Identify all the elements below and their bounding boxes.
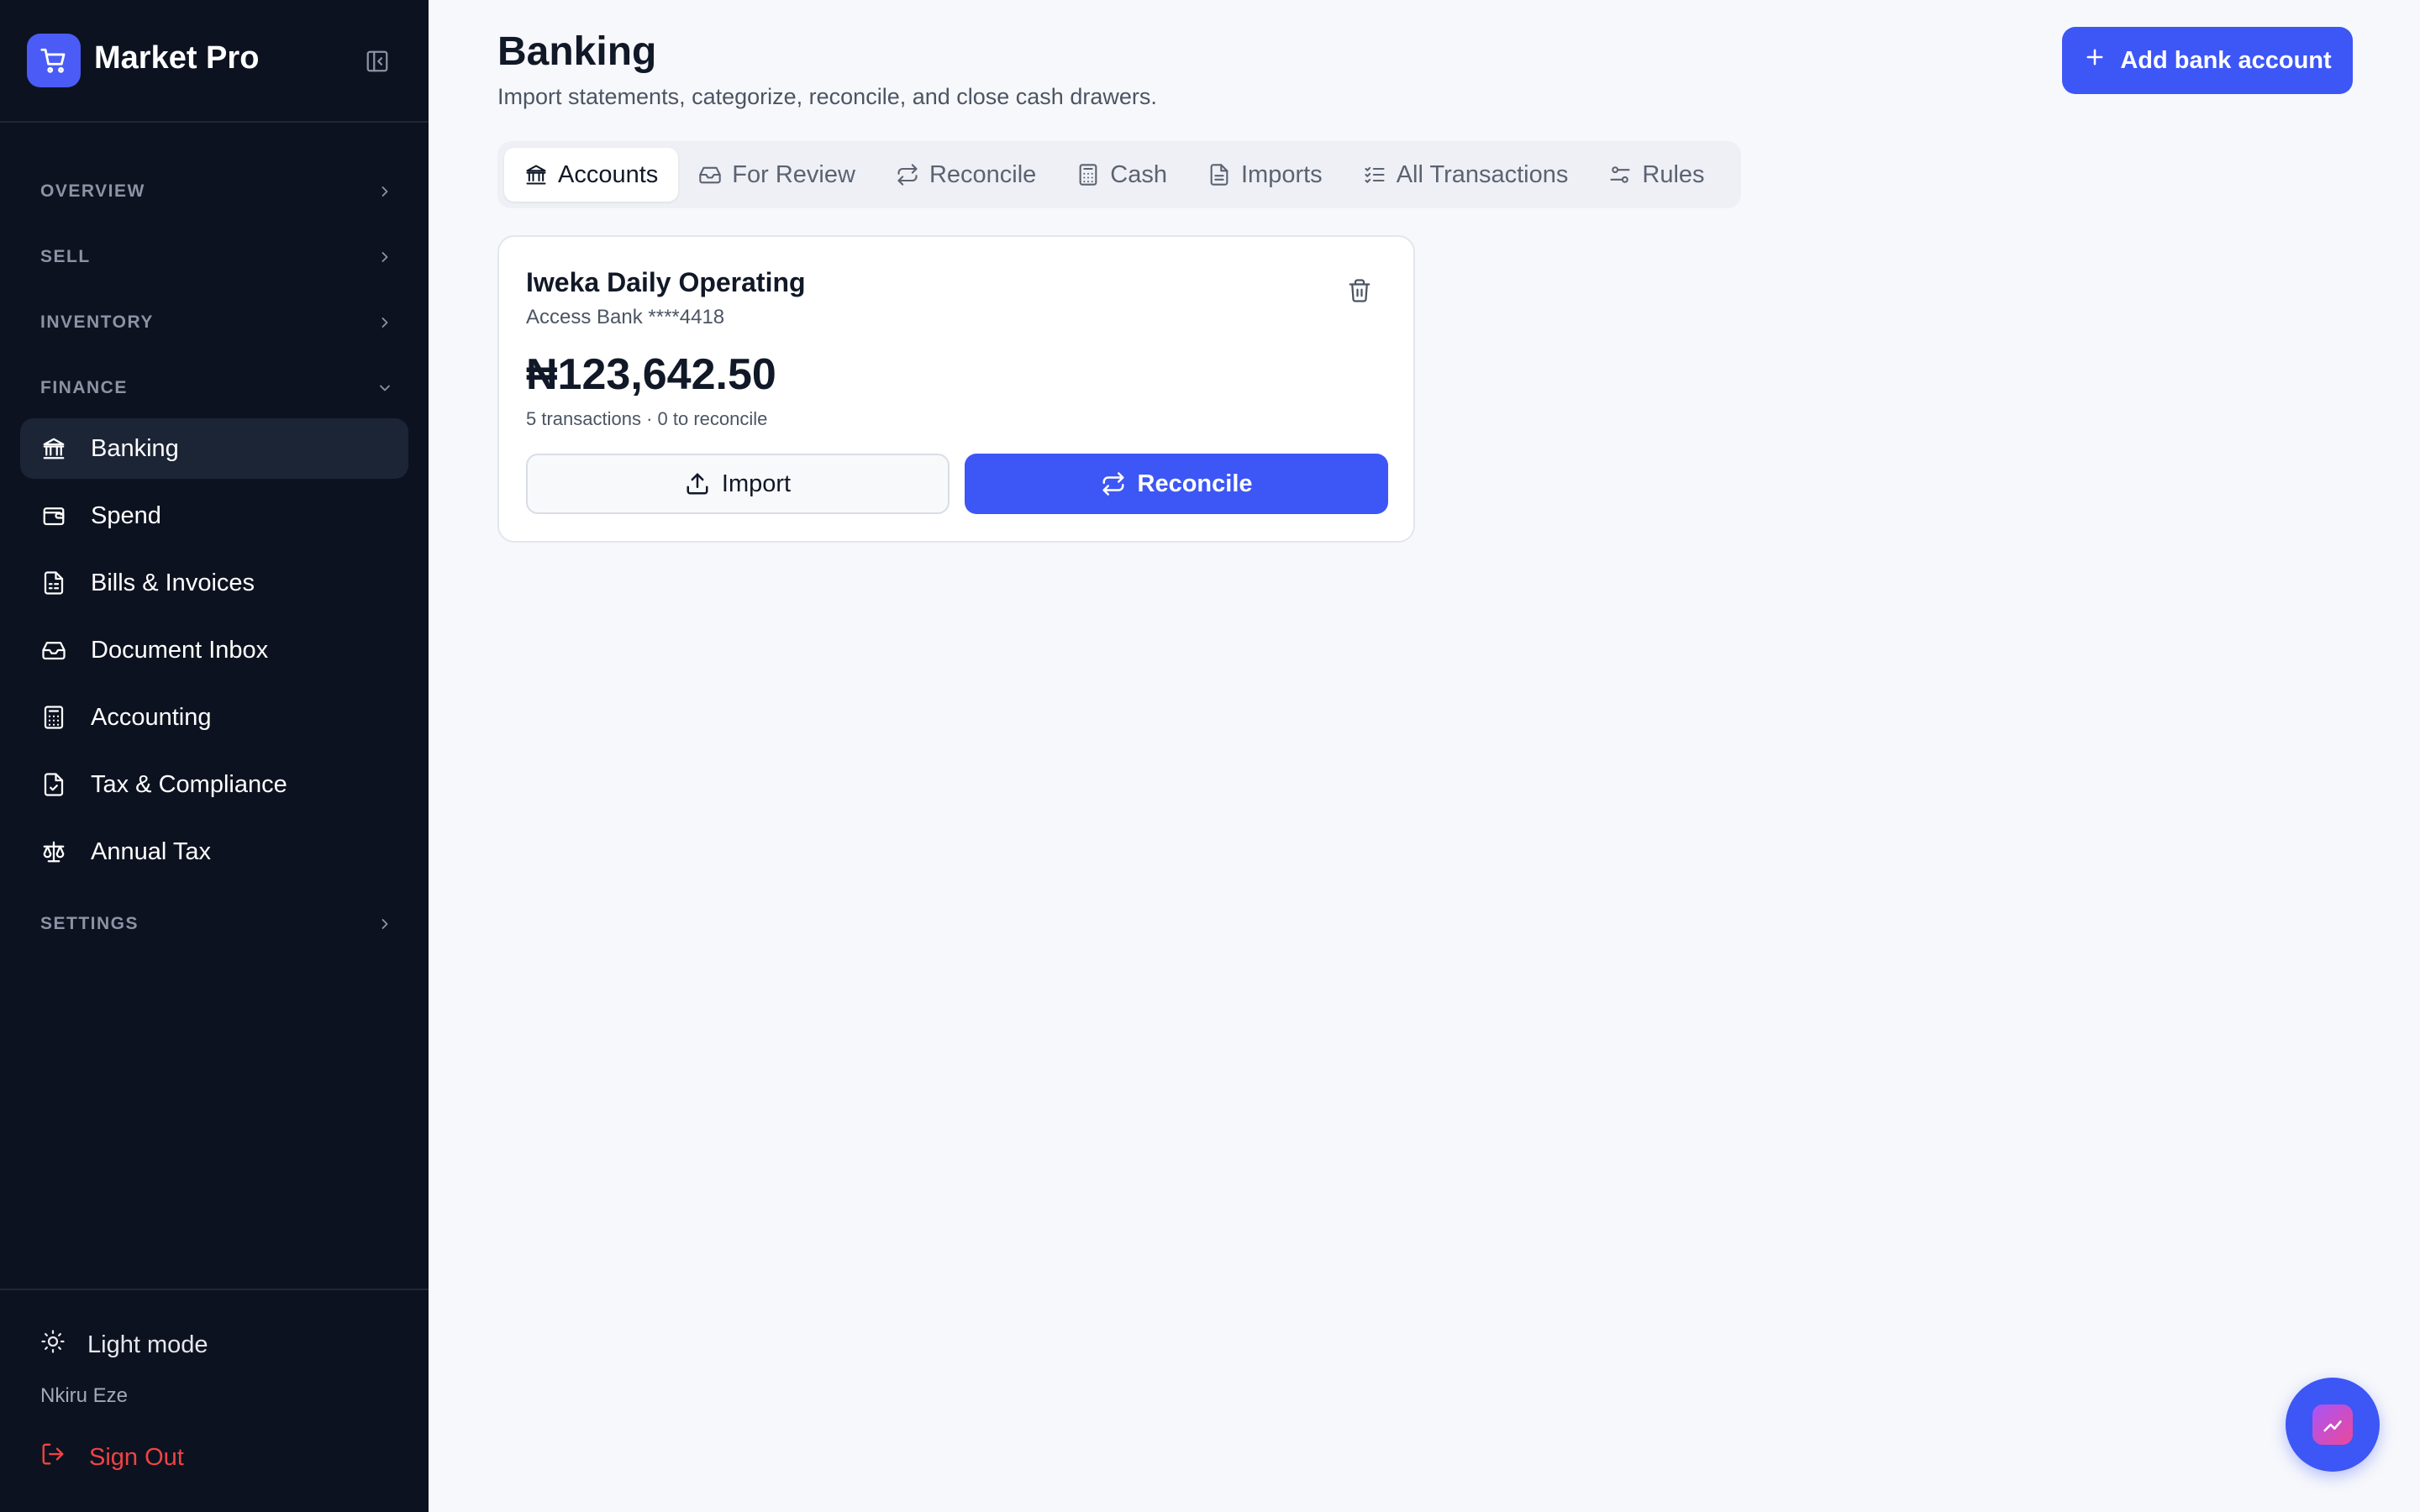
nav-section-finance[interactable]: FINANCE [40, 371, 393, 405]
sign-out-button[interactable]: Sign Out [40, 1441, 184, 1473]
sidebar-item-bills-invoices[interactable]: Bills & Invoices [20, 553, 408, 613]
tab-reconcile[interactable]: Reconcile [876, 148, 1056, 202]
account-bank: Access Bank ****4418 [526, 306, 725, 328]
calculator-icon [40, 704, 67, 731]
chevron-right-icon [381, 318, 388, 328]
nav-section-label: INVENTORY [40, 312, 154, 332]
sidebar-item-document-inbox[interactable]: Document Inbox [20, 620, 408, 680]
app-root: Market Pro OVERVIEW SELL INVENTORY FINAN… [0, 0, 2420, 1512]
sidebar-item-label: Annual Tax [91, 837, 211, 865]
chevron-right-icon [381, 252, 388, 262]
bank-icon [524, 163, 548, 186]
chevron-down-icon [380, 385, 390, 391]
tab-for-review[interactable]: For Review [678, 148, 876, 202]
tab-label: Rules [1642, 160, 1705, 188]
sidebar: Market Pro OVERVIEW SELL INVENTORY FINAN… [0, 0, 429, 1512]
bank-account-card: Iweka Daily Operating Access Bank ****44… [497, 235, 1415, 543]
tab-cash[interactable]: Cash [1056, 148, 1187, 202]
app-name: Market Pro [94, 40, 260, 76]
page-subtitle: Import statements, categorize, reconcile… [497, 84, 1157, 109]
bank-icon [40, 435, 67, 462]
invoice-icon [40, 570, 67, 596]
nav-section-label: OVERVIEW [40, 181, 145, 201]
add-bank-account-button[interactable]: Add bank account [2062, 27, 2353, 94]
banking-tabs: Accounts For Review Reconcile Cash Impor… [497, 141, 1741, 208]
tab-accounts[interactable]: Accounts [504, 148, 679, 202]
sun-icon [40, 1329, 66, 1361]
import-label: Import [721, 470, 792, 497]
nav-section-sell[interactable]: SELL [40, 240, 393, 274]
cart-icon[interactable] [27, 34, 81, 87]
page-title: Banking [497, 29, 657, 74]
tab-imports[interactable]: Imports [1187, 148, 1343, 202]
reconcile-label: Reconcile [1137, 470, 1253, 497]
tab-all-transactions[interactable]: All Transactions [1343, 148, 1589, 202]
sidebar-item-label: Banking [91, 434, 179, 462]
sidebar-item-label: Bills & Invoices [91, 569, 255, 596]
file-icon [1207, 163, 1231, 186]
user-name: Nkiru Eze [40, 1384, 129, 1407]
sidebar-item-tax-compliance[interactable]: Tax & Compliance [20, 754, 408, 815]
tab-label: Reconcile [929, 160, 1037, 188]
inbox-icon [40, 637, 67, 664]
import-button[interactable]: Import [526, 454, 950, 514]
tab-label: Cash [1110, 160, 1167, 188]
logout-icon [40, 1441, 66, 1473]
calculator-icon [1076, 163, 1100, 186]
theme-toggle[interactable]: Light mode [40, 1329, 208, 1361]
assistant-fab[interactable] [2286, 1378, 2380, 1472]
plus-icon [2083, 45, 2107, 76]
theme-toggle-label: Light mode [87, 1331, 208, 1358]
tab-label: For Review [732, 160, 855, 188]
repeat-icon [1101, 471, 1126, 496]
add-bank-account-label: Add bank account [2120, 46, 2332, 74]
sidebar-item-spend[interactable]: Spend [20, 486, 408, 546]
brand-header: Market Pro [0, 0, 429, 123]
wallet-icon [40, 502, 67, 529]
scale-icon [40, 838, 67, 865]
sliders-icon [1608, 163, 1632, 186]
account-name: Iweka Daily Operating [526, 267, 806, 297]
nav-section-label: SELL [40, 247, 91, 266]
tab-label: Imports [1241, 160, 1323, 188]
sign-out-label: Sign Out [89, 1443, 184, 1471]
sidebar-item-label: Spend [91, 501, 161, 529]
upload-icon [685, 471, 710, 496]
chevron-right-icon [381, 186, 388, 197]
nav-section-label: SETTINGS [40, 914, 139, 933]
sidebar-item-label: Tax & Compliance [91, 770, 287, 798]
nav-section-inventory[interactable]: INVENTORY [40, 306, 393, 339]
reconcile-button[interactable]: Reconcile [965, 454, 1388, 514]
collapse-sidebar-icon[interactable] [363, 47, 392, 76]
trash-icon[interactable] [1344, 276, 1375, 306]
file-check-icon [40, 771, 67, 798]
account-balance: ₦123,642.50 [526, 350, 776, 399]
sidebar-item-banking[interactable]: Banking [20, 418, 408, 479]
inbox-icon [698, 163, 722, 186]
sidebar-item-label: Document Inbox [91, 636, 269, 664]
tab-label: Accounts [558, 160, 659, 188]
account-meta: 5 transactions · 0 to reconcile [526, 408, 768, 429]
sidebar-item-accounting[interactable]: Accounting [20, 687, 408, 748]
chevron-right-icon [381, 919, 388, 929]
nav-section-overview[interactable]: OVERVIEW [40, 175, 393, 208]
nav-section-settings[interactable]: SETTINGS [40, 907, 393, 941]
tab-label: All Transactions [1396, 160, 1569, 188]
sidebar-item-annual-tax[interactable]: Annual Tax [20, 822, 408, 882]
tab-rules[interactable]: Rules [1588, 148, 1724, 202]
sidebar-footer: Light mode Nkiru Eze Sign Out [0, 1289, 429, 1512]
sidebar-item-label: Accounting [91, 703, 212, 731]
repeat-icon [896, 163, 919, 186]
trending-up-icon [2312, 1404, 2353, 1445]
nav-section-label: FINANCE [40, 378, 128, 397]
list-check-icon [1363, 163, 1386, 186]
